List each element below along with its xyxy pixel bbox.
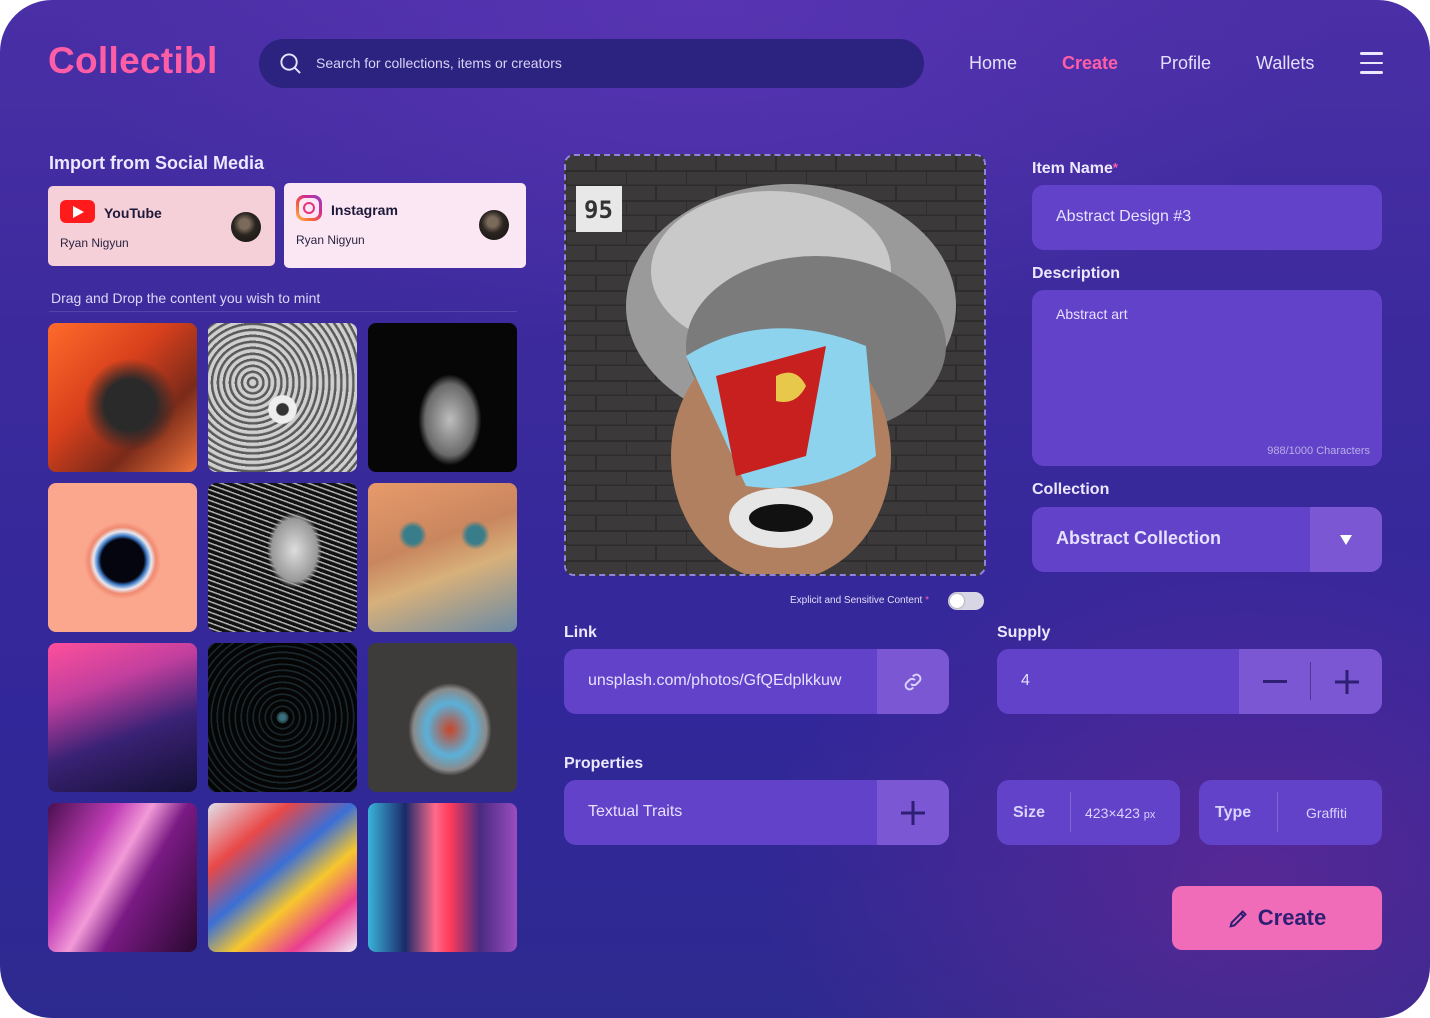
upload-preview[interactable]: 95 [564, 154, 986, 576]
youtube-user: Ryan Nigyun [60, 236, 129, 250]
hamburger-menu-icon[interactable] [1360, 52, 1383, 74]
plus-icon [901, 800, 925, 825]
minus-icon [1263, 679, 1287, 683]
avatar [231, 212, 261, 242]
nav-profile[interactable]: Profile [1160, 53, 1211, 74]
pencil-icon [1229, 910, 1247, 928]
collection-label: Collection [1032, 481, 1110, 498]
supply-stepper[interactable]: 4 [997, 649, 1382, 714]
supply-decrement-button[interactable] [1239, 649, 1311, 714]
instagram-card[interactable]: Instagram Ryan Nigyun [284, 183, 526, 268]
item-name-label: Item Name* [1032, 160, 1118, 177]
description-counter: 988/1000 Characters [1267, 445, 1370, 457]
link-button[interactable] [877, 649, 949, 714]
gallery-item-vortex[interactable] [48, 483, 197, 632]
supply-label: Supply [997, 624, 1051, 641]
gallery-item-neon[interactable] [48, 643, 197, 792]
plus-icon [1334, 669, 1359, 694]
supply-increment-button[interactable] [1311, 649, 1382, 714]
gallery-item-eye[interactable] [208, 323, 357, 472]
link-value[interactable]: unsplash.com/photos/GfQEdplkkuw [588, 672, 841, 690]
create-button-label: Create [1257, 905, 1327, 930]
gallery-item-statue[interactable] [368, 323, 517, 472]
link-field[interactable]: unsplash.com/photos/GfQEdplkkuw [564, 649, 949, 714]
nav-wallets[interactable]: Wallets [1256, 53, 1314, 74]
explicit-content-label: Explicit and Sensitive Content * [790, 595, 929, 606]
drag-drop-hint: Drag and Drop the content you wish to mi… [51, 290, 321, 306]
gallery-item-fluid[interactable] [48, 803, 197, 952]
youtube-label: YouTube [104, 205, 162, 221]
gallery-item-paint[interactable] [208, 803, 357, 952]
nav-home[interactable]: Home [969, 53, 1017, 74]
app-window: Collectibl Search for collections, items… [0, 0, 1430, 1018]
link-label: Link [564, 624, 597, 641]
collection-select[interactable]: Abstract Collection [1032, 507, 1382, 572]
youtube-card[interactable]: YouTube Ryan Nigyun [48, 186, 275, 266]
type-key: Type [1215, 804, 1252, 821]
instagram-user: Ryan Nigyun [296, 233, 365, 247]
traits-field[interactable]: Textual Traits [564, 780, 949, 845]
nav-create[interactable]: Create [1062, 53, 1118, 74]
type-property[interactable]: Type Graffiti [1199, 780, 1382, 845]
search-input[interactable]: Search for collections, items or creator… [316, 55, 562, 71]
type-value: Graffiti [1306, 805, 1347, 821]
gallery-item-graffiti[interactable] [368, 643, 517, 792]
app-logo[interactable]: Collectibl [48, 40, 218, 82]
collection-value: Abstract Collection [1056, 528, 1222, 548]
collection-dropdown-button[interactable] [1310, 507, 1382, 572]
description-field[interactable]: Abstract art 988/1000 Characters [1032, 290, 1382, 466]
artwork-preview: 95 [566, 156, 984, 574]
size-value: 423×423 px [1085, 805, 1156, 821]
explicit-content-toggle[interactable] [948, 592, 984, 610]
create-button[interactable]: Create [1172, 886, 1382, 950]
link-icon [904, 673, 922, 690]
item-name-field[interactable]: Abstract Design #3 [1032, 185, 1382, 250]
gallery-item-face[interactable] [368, 483, 517, 632]
import-title: Import from Social Media [49, 153, 265, 173]
size-key: Size [1013, 804, 1046, 821]
gallery-item-portrait[interactable] [208, 483, 357, 632]
size-property[interactable]: Size 423×423 px [997, 780, 1180, 845]
search-bar[interactable]: Search for collections, items or creator… [259, 39, 924, 88]
divider [49, 311, 517, 312]
description-label: Description [1032, 265, 1121, 282]
item-name-value[interactable]: Abstract Design #3 [1056, 208, 1191, 226]
avatar [479, 210, 509, 240]
add-trait-button[interactable] [877, 780, 949, 845]
gallery-item-corridor[interactable] [368, 803, 517, 952]
search-icon [280, 53, 301, 74]
description-value[interactable]: Abstract art [1056, 306, 1128, 322]
instagram-icon [296, 195, 322, 221]
properties-label: Properties [564, 755, 644, 772]
youtube-icon [60, 200, 95, 223]
instagram-label: Instagram [331, 202, 398, 218]
supply-value[interactable]: 4 [1021, 672, 1030, 690]
gallery-item-cat[interactable] [48, 323, 197, 472]
gallery-item-pattern[interactable] [208, 643, 357, 792]
traits-value[interactable]: Textual Traits [588, 803, 682, 821]
chevron-down-icon [1340, 534, 1352, 545]
preview-badge: 95 [584, 196, 613, 224]
